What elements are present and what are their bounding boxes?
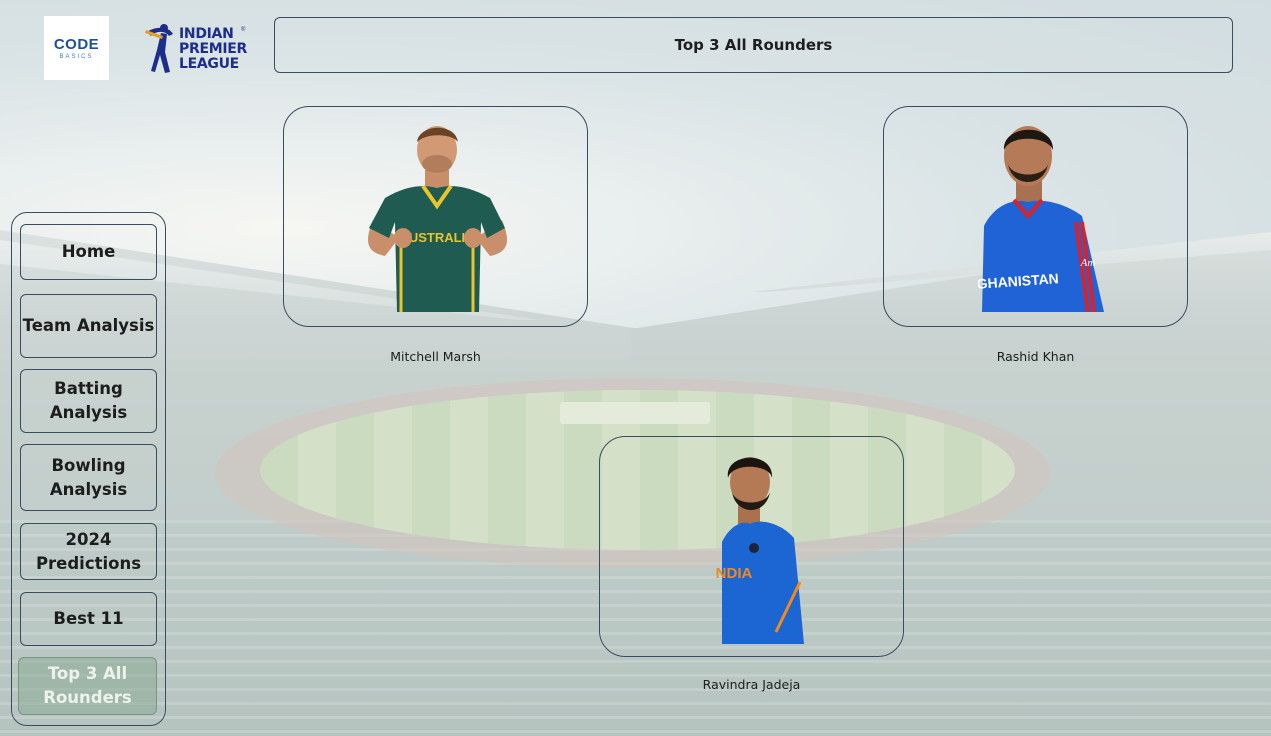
nav-button-2024-predictions[interactable]: 2024 Predictions <box>20 523 157 580</box>
ipl-logo-trademark: ® <box>241 27 246 33</box>
nav-button-team-analysis[interactable]: Team Analysis <box>20 294 157 358</box>
player-name-rashid-khan: Rashid Khan <box>996 349 1075 364</box>
player-photo-mitchell-marsh: AUSTRALIA <box>368 126 507 312</box>
svg-text:Am: Am <box>1080 257 1096 269</box>
player-photo-rashid-khan: GHANISTAN Am <box>978 126 1104 312</box>
nav-button-label: Team Analysis <box>22 316 155 335</box>
ipl-logo: INDIAN PREMIER LEAGUE ® <box>143 20 253 76</box>
nav-button-label: Home <box>61 242 116 261</box>
page-title: Top 3 All Rounders <box>674 36 833 54</box>
nav-button-home[interactable]: Home <box>20 224 157 280</box>
nav-button-bowling-analysis[interactable]: Bowling Analysis <box>20 444 157 511</box>
page-title-bar: Top 3 All Rounders <box>274 17 1233 73</box>
nav-button-label: Bowling Analysis <box>49 455 128 499</box>
nav-button-best-11[interactable]: Best 11 <box>20 592 157 646</box>
nav-button-label: 2024 Predictions <box>35 529 142 573</box>
nav-button-label: Best 11 <box>53 609 124 628</box>
ipl-batter-icon <box>145 24 173 73</box>
jersey-text-ravindra-jadeja: NDIA <box>716 565 753 582</box>
jersey-sponsor-rashid-khan: Am <box>1080 257 1096 269</box>
codebasics-logo: CODE BASICS <box>44 16 109 80</box>
player-photo-ravindra-jadeja: NDIA <box>716 457 804 644</box>
nav-button-batting-analysis[interactable]: Batting Analysis <box>20 369 157 433</box>
codebasics-logo-sub: BASICS <box>59 54 94 60</box>
player-name-mitchell-marsh: Mitchell Marsh <box>390 349 481 364</box>
ipl-logo-line1: INDIAN <box>179 26 234 42</box>
codebasics-logo-main: CODE <box>53 36 100 53</box>
ipl-logo-line3: LEAGUE <box>179 56 239 72</box>
nav-button-label: Batting Analysis <box>49 379 128 422</box>
svg-text:NDIA: NDIA <box>716 565 753 582</box>
nav-button-label: Top 3 All Rounders <box>43 664 132 707</box>
player-name-ravindra-jadeja: Ravindra Jadeja <box>702 677 801 692</box>
nav-button-top-3-all-rounders[interactable]: Top 3 All Rounders <box>18 657 157 715</box>
ipl-logo-line2: PREMIER <box>179 41 247 57</box>
